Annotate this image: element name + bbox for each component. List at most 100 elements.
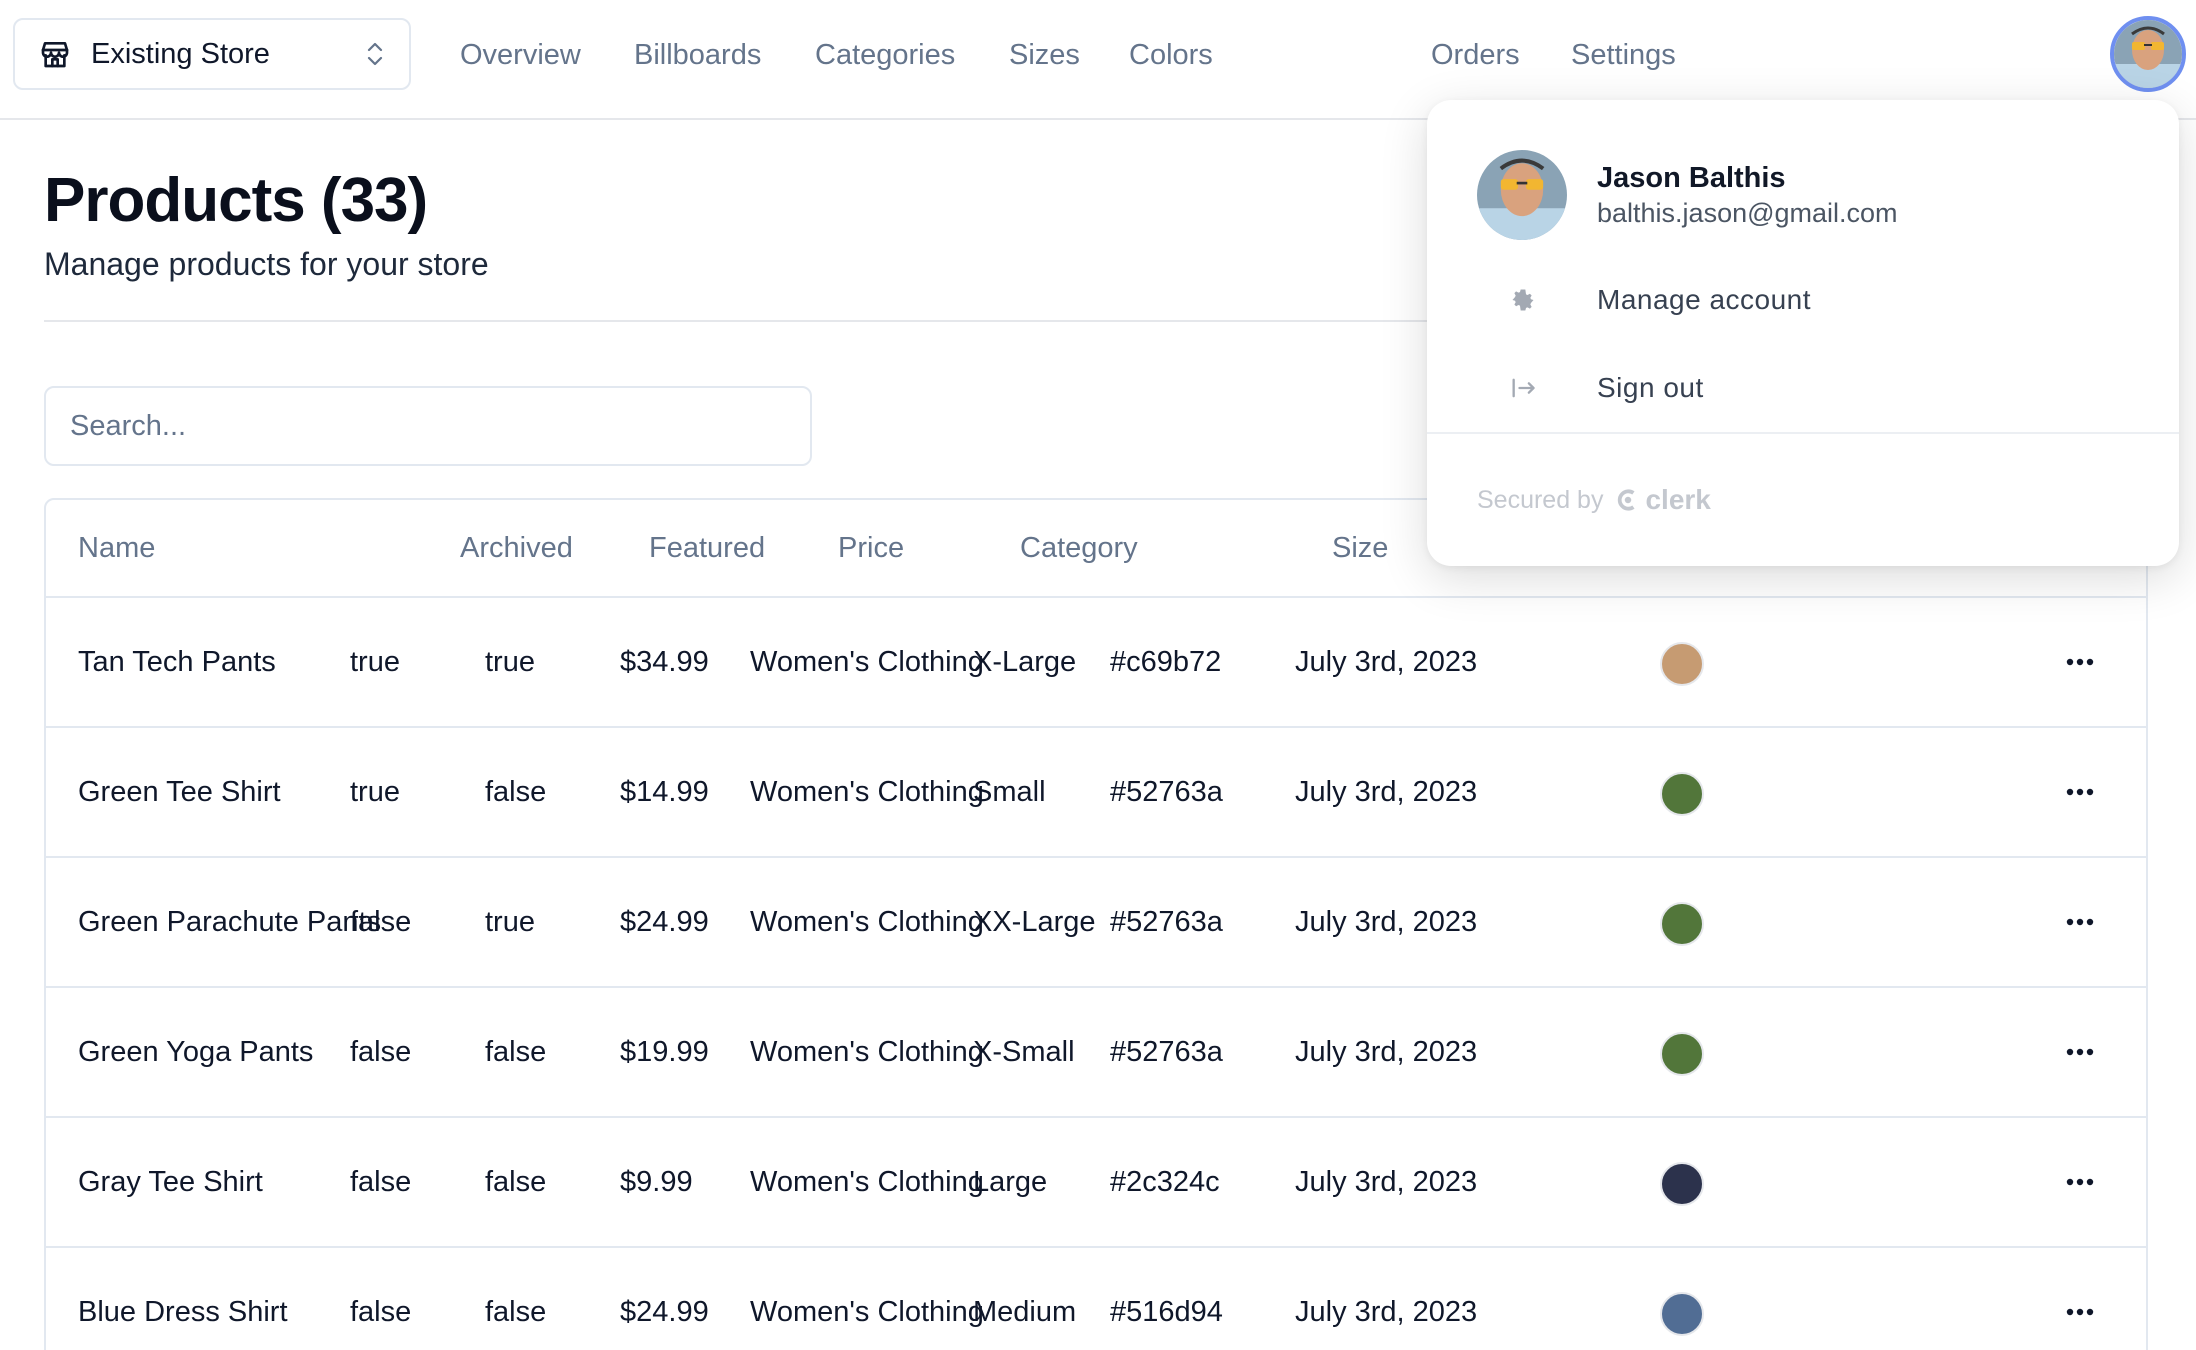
cell-name: Gray Tee Shirt [78, 1166, 263, 1198]
table-row[interactable]: Green Parachute Pants false true $24.99 Wome… [46, 858, 2146, 988]
cell-archived: false [350, 1036, 412, 1068]
gear-icon [1512, 289, 1534, 311]
manage-account-label: Manage account [1597, 284, 1812, 315]
table-row[interactable]: Green Tee Shirt true false $14.99 Women's Cl… [46, 728, 2146, 858]
color-swatch [1660, 1162, 1704, 1206]
cell-price: $34.99 [620, 646, 709, 678]
table-row[interactable]: Green Yoga Pants false false $19.99 Women's … [46, 988, 2146, 1118]
secured-by-footer: Secured by clerk [1477, 484, 1711, 516]
cell-price: $24.99 [620, 1296, 709, 1328]
column-header-name[interactable]: Name [78, 500, 155, 596]
nav-sizes[interactable]: Sizes [1009, 39, 1080, 72]
sign-out-button[interactable]: Sign out [1427, 348, 2179, 428]
chevrons-up-down-icon [367, 42, 383, 66]
cell-color: #516d94 [1110, 1296, 1223, 1328]
store-switcher[interactable]: Existing Store [13, 18, 411, 90]
color-swatch [1660, 642, 1704, 686]
cell-color: #52763a [1110, 1036, 1223, 1068]
user-menu-popover: Jason Balthis balthis.jason@gmail.com Ma… [1427, 100, 2179, 566]
row-actions-button[interactable] [2056, 1158, 2104, 1206]
cell-color: #2c324c [1110, 1166, 1220, 1198]
page-title: Products (33) [44, 166, 428, 235]
cell-category: Women's Clothing [750, 646, 984, 678]
cell-price: $14.99 [620, 776, 709, 808]
avatar-image [2114, 20, 2182, 88]
column-header-size[interactable]: Size [1332, 500, 1388, 596]
user-avatar-button[interactable] [2110, 16, 2186, 92]
more-horizontal-icon [2066, 918, 2094, 926]
cell-archived: false [350, 1166, 412, 1198]
nav-colors[interactable]: Colors [1129, 39, 1213, 72]
cell-color: #c69b72 [1110, 646, 1222, 678]
cell-size: X-Small [973, 1036, 1075, 1068]
more-horizontal-icon [2066, 1178, 2094, 1186]
cell-category: Women's Clothing [750, 1166, 984, 1198]
cell-featured: false [485, 1166, 547, 1198]
nav-overview[interactable]: Overview [460, 39, 581, 72]
cell-date: July 3rd, 2023 [1295, 776, 1478, 808]
cell-category: Women's Clothing [750, 776, 984, 808]
column-header-price[interactable]: Price [838, 500, 904, 596]
column-header-featured[interactable]: Featured [649, 500, 765, 596]
row-actions-button[interactable] [2056, 1028, 2104, 1076]
user-name: Jason Balthis [1597, 162, 1786, 194]
cell-date: July 3rd, 2023 [1295, 1036, 1478, 1068]
more-horizontal-icon [2066, 788, 2094, 796]
sign-out-icon [1512, 378, 1535, 398]
cell-price: $19.99 [620, 1036, 709, 1068]
cell-price: $24.99 [620, 906, 709, 938]
row-actions-button[interactable] [2056, 638, 2104, 686]
column-header-category[interactable]: Category [1020, 500, 1138, 596]
clerk-logo-text: clerk [1645, 484, 1711, 515]
row-actions-button[interactable] [2056, 898, 2104, 946]
cell-date: July 3rd, 2023 [1295, 646, 1478, 678]
user-menu-avatar [1477, 150, 1567, 240]
nav-billboards[interactable]: Billboards [634, 39, 761, 72]
color-swatch [1660, 772, 1704, 816]
table-row[interactable]: Gray Tee Shirt false false $9.99 Women's Clo… [46, 1118, 2146, 1248]
cell-category: Women's Clothing [750, 906, 984, 938]
cell-featured: false [485, 1036, 547, 1068]
cell-size: Small [973, 776, 1046, 808]
store-icon [41, 42, 69, 68]
cell-date: July 3rd, 2023 [1295, 906, 1478, 938]
cell-color: #52763a [1110, 906, 1223, 938]
cell-color: #52763a [1110, 776, 1223, 808]
cell-size: XX-Large [973, 906, 1096, 938]
cell-archived: false [350, 1296, 412, 1328]
cell-name: Green Tee Shirt [78, 776, 281, 808]
cell-featured: false [485, 1296, 547, 1328]
cell-featured: true [485, 646, 535, 678]
table-row[interactable]: Blue Dress Shirt false false $24.99 Women's … [46, 1248, 2146, 1350]
cell-name: Green Yoga Pants [78, 1036, 314, 1068]
cell-name: Tan Tech Pants [78, 646, 276, 678]
color-swatch [1660, 1032, 1704, 1076]
cell-featured: true [485, 906, 535, 938]
row-actions-button[interactable] [2056, 1288, 2104, 1336]
more-horizontal-icon [2066, 1308, 2094, 1316]
nav-categories[interactable]: Categories [815, 39, 955, 72]
cell-size: X-Large [973, 646, 1077, 678]
cell-size: Medium [973, 1296, 1077, 1328]
secured-by-text: Secured by [1477, 485, 1604, 514]
store-name: Existing Store [91, 37, 270, 70]
nav-settings[interactable]: Settings [1571, 39, 1676, 72]
clerk-logo[interactable]: clerk [1615, 484, 1711, 516]
clerk-logo-icon [1618, 489, 1635, 511]
cell-category: Women's Clothing [750, 1036, 984, 1068]
cell-price: $9.99 [620, 1166, 693, 1198]
cell-archived: true [350, 646, 400, 678]
cell-category: Women's Clothing [750, 1296, 984, 1328]
table-row[interactable]: Tan Tech Pants true true $34.99 Women's Clot… [46, 598, 2146, 728]
search-input[interactable] [44, 386, 812, 466]
color-swatch [1660, 1292, 1704, 1336]
column-header-archived[interactable]: Archived [460, 500, 573, 596]
color-swatch [1660, 902, 1704, 946]
nav-orders[interactable]: Orders [1431, 39, 1520, 72]
row-actions-button[interactable] [2056, 768, 2104, 816]
cell-featured: false [485, 776, 547, 808]
page-subtitle: Manage products for your store [44, 246, 489, 282]
user-email: balthis.jason@gmail.com [1597, 198, 1898, 228]
cell-date: July 3rd, 2023 [1295, 1296, 1478, 1328]
manage-account-button[interactable]: Manage account [1427, 260, 2179, 340]
